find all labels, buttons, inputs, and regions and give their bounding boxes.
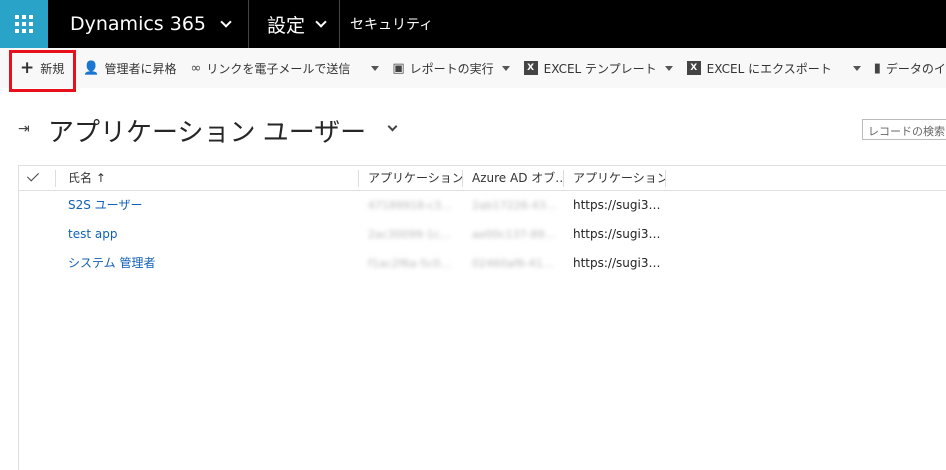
row-app-uri: https://sugi3…: [573, 227, 661, 241]
promote-admin-label: 管理者に昇格: [104, 61, 177, 76]
view-title[interactable]: アプリケーション ユーザー: [48, 112, 366, 149]
column-header-app-uri[interactable]: アプリケーション I…: [573, 166, 665, 191]
row-name-link[interactable]: test app: [68, 220, 117, 249]
search-records-input[interactable]: レコードの検索: [862, 119, 946, 140]
column-header-aad-id[interactable]: Azure AD オブ…: [472, 166, 562, 191]
email-link-button[interactable]: ∞ リンクを電子メールで送信: [183, 48, 357, 88]
chevron-down-icon: [315, 15, 327, 28]
new-button-highlight: [9, 50, 76, 92]
column-divider: [55, 170, 56, 187]
row-aad-id: 2ab17226-43…: [472, 199, 557, 212]
excel-template-label: EXCEL テンプレート: [543, 61, 657, 76]
column-header-app-id[interactable]: アプリケーション I…: [368, 166, 462, 191]
row-app-uri: https://sugi3…: [573, 198, 661, 212]
caret-down-icon: [664, 65, 673, 71]
top-nav-bar: Dynamics 365 設定 セキュリティ: [0, 0, 946, 48]
area-switcher[interactable]: 設定: [249, 0, 341, 48]
select-all-check-icon[interactable]: [26, 169, 40, 182]
column-divider[interactable]: [358, 170, 359, 187]
view-selector-chevron-icon[interactable]: [387, 121, 398, 132]
excel-template-button[interactable]: X EXCEL テンプレート: [517, 48, 680, 88]
app-launcher-button[interactable]: [0, 0, 48, 48]
column-divider[interactable]: [462, 170, 463, 187]
row-app-id: 47189918-c3…: [368, 199, 453, 212]
column-divider[interactable]: [665, 170, 666, 187]
row-name-link[interactable]: システム 管理者: [68, 249, 155, 278]
row-aad-id: 02460af6-41…: [472, 257, 554, 270]
pin-icon[interactable]: ⇥: [18, 121, 30, 137]
excel-export-icon: X: [686, 61, 701, 75]
import-data-label: データのインポート: [885, 61, 946, 76]
link-icon: ∞: [190, 60, 202, 76]
promote-admin-button[interactable]: 👤 管理者に昇格: [76, 48, 183, 88]
column-header-name[interactable]: 氏名 ↑: [68, 166, 358, 191]
row-name-link[interactable]: S2S ユーザー: [68, 191, 142, 220]
user-promote-icon: 👤: [83, 60, 100, 76]
export-excel-label: EXCEL にエクスポート: [706, 61, 832, 76]
row-app-id: f1ac2f6a-5c0…: [368, 257, 452, 270]
import-data-button[interactable]: ▮ データのインポート: [867, 48, 946, 88]
breadcrumb[interactable]: セキュリティ: [340, 14, 433, 34]
chevron-down-icon: [220, 15, 232, 28]
row-app-id: 2ac30099-1c…: [368, 228, 451, 241]
app-switcher[interactable]: Dynamics 365: [48, 0, 249, 48]
run-report-button[interactable]: ▣ レポートの実行: [385, 48, 516, 88]
more-export-dropdown[interactable]: [847, 48, 867, 88]
waffle-icon: [15, 15, 33, 33]
records-grid: 氏名 ↑ アプリケーション I… Azure AD オブ… アプリケーション I…: [18, 165, 946, 470]
caret-down-icon: [852, 65, 861, 71]
caret-down-icon: [371, 65, 380, 71]
more-email-dropdown[interactable]: [365, 48, 385, 88]
column-divider[interactable]: [563, 170, 564, 187]
caret-down-icon: [501, 65, 510, 71]
run-report-label: レポートの実行: [409, 61, 494, 76]
table-row[interactable]: システム 管理者 f1ac2f6a-5c0… 02460af6-41… http…: [19, 249, 946, 278]
area-name: 設定: [267, 14, 306, 37]
table-row[interactable]: S2S ユーザー 47189918-c3… 2ab17226-43… https…: [19, 191, 946, 220]
export-excel-button[interactable]: X EXCEL にエクスポート: [680, 48, 839, 88]
report-icon: ▣: [392, 60, 405, 76]
excel-icon: X: [523, 61, 538, 75]
command-bar: + 新規 👤 管理者に昇格 ∞ リンクを電子メールで送信 ▣ レポートの実行 X…: [0, 48, 946, 88]
grid-header: 氏名 ↑ アプリケーション I… Azure AD オブ… アプリケーション I…: [19, 166, 946, 191]
import-icon: ▮: [873, 60, 881, 76]
app-name: Dynamics 365: [70, 13, 206, 35]
row-aad-id: ae00c137-89…: [472, 228, 556, 241]
email-link-label: リンクを電子メールで送信: [206, 61, 351, 76]
table-row[interactable]: test app 2ac30099-1c… ae00c137-89… https…: [19, 220, 946, 249]
row-app-uri: https://sugi3…: [573, 256, 661, 270]
